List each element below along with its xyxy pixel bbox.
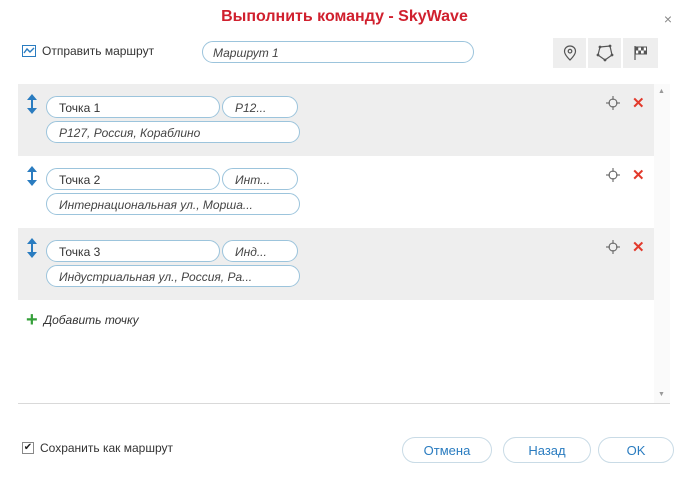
scrollbar[interactable]: ▲ ▼ [654, 84, 670, 403]
save-as-route-label: Сохранить как маршрут [40, 441, 173, 455]
drag-handle-icon[interactable] [26, 94, 38, 114]
route-map-icon[interactable] [22, 45, 36, 57]
dialog-title: Выполнить команду - SkyWave [221, 8, 468, 25]
drag-handle-icon[interactable] [26, 166, 38, 186]
remove-point-icon[interactable]: ✕ [632, 94, 645, 112]
point-name-field[interactable]: Точка 2 [46, 168, 220, 190]
point-address-field[interactable]: Р127, Россия, Кораблино [46, 121, 300, 143]
polygon-button[interactable] [587, 38, 621, 68]
remove-point-icon[interactable]: ✕ [632, 166, 645, 184]
polygon-icon [596, 44, 613, 62]
crosshair-icon[interactable] [606, 96, 620, 110]
route-point-row: Точка 1 Р12... Р127, Россия, Кораблино ✕ [18, 84, 654, 156]
remove-point-icon[interactable]: ✕ [632, 238, 645, 256]
ok-button[interactable]: OK [598, 437, 674, 463]
point-name-field[interactable]: Точка 3 [46, 240, 220, 262]
add-point-label: Добавить точку [43, 313, 139, 327]
close-icon[interactable]: × [664, 11, 672, 27]
scroll-down-icon[interactable]: ▼ [658, 391, 665, 398]
add-point-button[interactable]: + Добавить точку [26, 309, 139, 331]
crosshair-icon[interactable] [606, 168, 620, 182]
point-short-field[interactable]: Инд... [222, 240, 298, 262]
drag-handle-icon[interactable] [26, 238, 38, 258]
location-pin-icon [563, 45, 576, 61]
point-short-field[interactable]: Р12... [222, 96, 298, 118]
send-route-label: Отправить маршрут [42, 44, 155, 58]
point-address-field[interactable]: Индустриальная ул., Россия, Ра... [46, 265, 300, 287]
point-short-field[interactable]: Инт... [222, 168, 298, 190]
send-route-row: Отправить маршрут [22, 40, 154, 62]
point-address-field[interactable]: Интернациональная ул., Морша... [46, 193, 300, 215]
cancel-button[interactable]: Отмена [402, 437, 492, 463]
plus-icon: + [26, 309, 38, 331]
finish-flag-icon [633, 46, 647, 60]
save-as-route-checkbox[interactable]: ✔ [22, 442, 34, 454]
save-as-route-option[interactable]: ✔ Сохранить как маршрут [22, 441, 173, 455]
location-pin-button[interactable] [552, 38, 586, 68]
finish-flag-button[interactable] [622, 38, 658, 68]
route-name-field[interactable]: Маршрут 1 [202, 41, 474, 63]
command-dialog: Выполнить команду - SkyWave × Отправить … [0, 0, 689, 480]
scroll-up-icon[interactable]: ▲ [658, 88, 665, 95]
point-name-field[interactable]: Точка 1 [46, 96, 220, 118]
route-point-row: Точка 2 Инт... Интернациональная ул., Мо… [18, 156, 654, 228]
route-point-row: Точка 3 Инд... Индустриальная ул., Росси… [18, 228, 654, 300]
back-button[interactable]: Назад [503, 437, 591, 463]
route-points-list: Точка 1 Р12... Р127, Россия, Кораблино ✕… [18, 84, 670, 404]
crosshair-icon[interactable] [606, 240, 620, 254]
